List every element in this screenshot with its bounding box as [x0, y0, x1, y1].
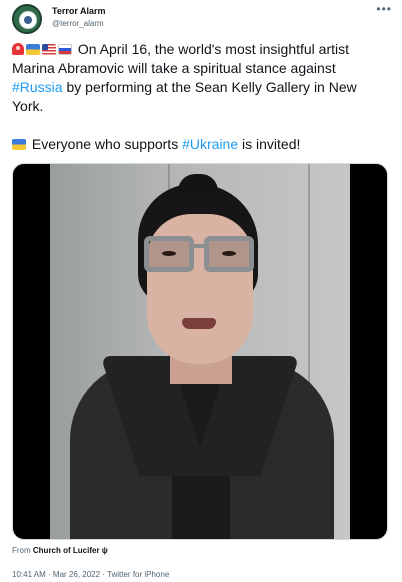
tweet-date[interactable]: Mar 26, 2022	[53, 570, 100, 579]
avatar[interactable]	[12, 4, 42, 34]
tweet-text-segment: by performing at the Sean Kelly Gallery …	[12, 79, 357, 114]
more-options-icon[interactable]: •••	[376, 2, 392, 16]
hashtag-ukraine-link[interactable]: #Ukraine	[182, 136, 238, 152]
siren-icon	[12, 43, 24, 55]
terror-alarm-logo-icon	[19, 11, 37, 29]
tweet-text-segment: is invited!	[238, 136, 301, 152]
tweet-time[interactable]: 10:41 AM	[12, 570, 46, 579]
tweet-paragraph-1: On April 16, the world's most insightful…	[12, 40, 388, 116]
us-flag-icon	[42, 44, 56, 55]
video-source-prefix: From	[12, 546, 33, 555]
ukraine-flag-icon	[26, 44, 40, 55]
video-subject-glasses	[140, 236, 260, 274]
hashtag-russia-link[interactable]: #Russia	[12, 79, 63, 95]
ukraine-flag-icon	[12, 139, 26, 150]
tweet-meta: 10:41 AM · Mar 26, 2022 · Twitter for iP…	[12, 570, 169, 579]
tweet-text-segment: Everyone who supports	[28, 136, 183, 152]
video-source-link[interactable]: Church of Lucifer ψ	[33, 546, 108, 555]
tweet-client: Twitter for iPhone	[107, 570, 170, 579]
russia-flag-icon	[58, 44, 72, 55]
video-subject-eye-right	[222, 251, 236, 256]
video-subject-mouth	[182, 318, 216, 329]
video-frame[interactable]	[50, 164, 350, 539]
meta-separator: ·	[100, 570, 108, 579]
video-player[interactable]	[12, 163, 388, 540]
author-handle[interactable]: @terror_alarm	[52, 19, 104, 28]
tweet-header: Terror Alarm @terror_alarm •••	[12, 2, 392, 34]
tweet-text: On April 16, the world's most insightful…	[12, 40, 388, 154]
video-source: From Church of Lucifer ψ	[12, 546, 108, 555]
author-name[interactable]: Terror Alarm	[52, 6, 106, 16]
video-subject-hair-bun	[178, 174, 218, 198]
tweet: Terror Alarm @terror_alarm ••• On April …	[0, 0, 402, 582]
tweet-paragraph-2: Everyone who supports #Ukraine is invite…	[12, 135, 388, 154]
meta-separator: ·	[45, 570, 53, 579]
video-subject-eye-left	[162, 251, 176, 256]
